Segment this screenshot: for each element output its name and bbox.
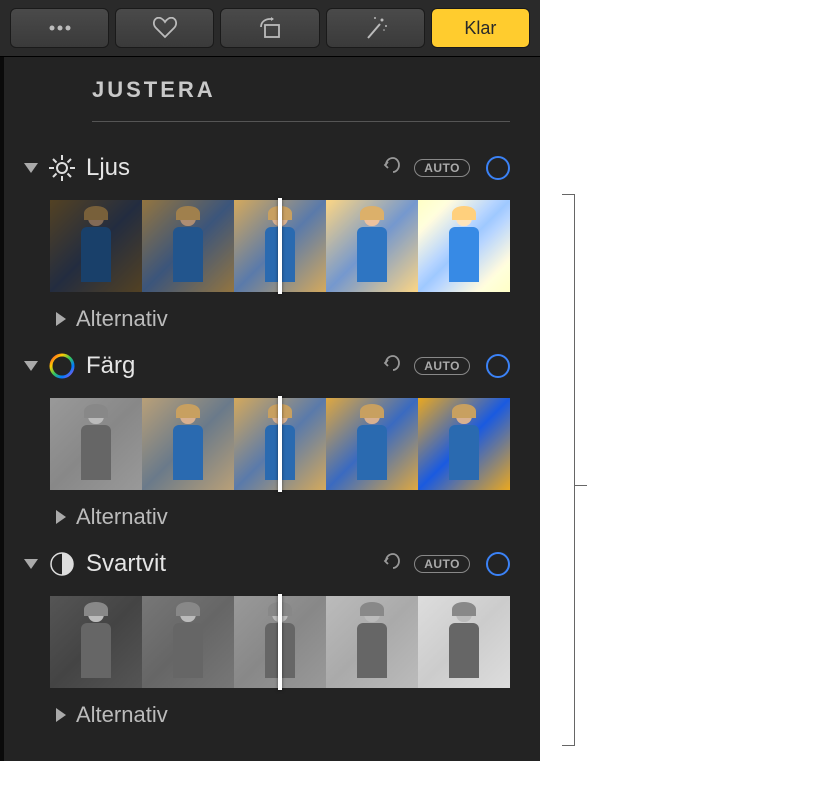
undo-icon: [382, 156, 400, 174]
bw-slider[interactable]: [50, 596, 510, 688]
bw-reset-button[interactable]: [382, 552, 400, 576]
light-disclosure[interactable]: [24, 163, 38, 173]
favorite-button[interactable]: [115, 8, 214, 48]
light-slider-handle[interactable]: [278, 198, 282, 294]
color-disclosure[interactable]: [24, 361, 38, 371]
color-icon: [48, 352, 76, 380]
ellipsis-icon: [49, 25, 71, 31]
adjust-panel: Klar JUSTERA: [0, 0, 540, 761]
light-section: Ljus AUTO Alternat: [24, 152, 510, 332]
color-section: Färg AUTO Alternat: [24, 350, 510, 530]
light-enable-toggle[interactable]: [486, 156, 510, 180]
light-icon: [48, 154, 76, 182]
undo-icon: [382, 354, 400, 372]
color-label: Färg: [86, 352, 372, 380]
undo-icon: [382, 552, 400, 570]
color-auto-button[interactable]: AUTO: [414, 357, 470, 375]
color-options-toggle[interactable]: Alternativ: [52, 504, 510, 530]
color-slider-handle[interactable]: [278, 396, 282, 492]
color-enable-toggle[interactable]: [486, 354, 510, 378]
more-button[interactable]: [10, 8, 109, 48]
panel-title: JUSTERA: [92, 77, 510, 122]
bw-options-toggle[interactable]: Alternativ: [52, 702, 510, 728]
color-slider[interactable]: [50, 398, 510, 490]
toolbar: Klar: [0, 0, 540, 57]
color-reset-button[interactable]: [382, 354, 400, 378]
bw-disclosure[interactable]: [24, 559, 38, 569]
magic-button[interactable]: [326, 8, 425, 48]
done-button[interactable]: Klar: [431, 8, 530, 48]
chevron-right-icon: [56, 510, 66, 524]
bw-options-label: Alternativ: [76, 702, 168, 728]
heart-icon: [153, 17, 177, 39]
callout-tick: [575, 485, 587, 486]
light-slider[interactable]: [50, 200, 510, 292]
callout-bracket: [545, 194, 575, 746]
light-options-label: Alternativ: [76, 306, 168, 332]
bw-enable-toggle[interactable]: [486, 552, 510, 576]
chevron-right-icon: [56, 312, 66, 326]
wand-icon: [362, 16, 388, 40]
light-options-toggle[interactable]: Alternativ: [52, 306, 510, 332]
light-reset-button[interactable]: [382, 156, 400, 180]
rotate-icon: [257, 17, 283, 39]
bw-label: Svartvit: [86, 550, 372, 578]
color-options-label: Alternativ: [76, 504, 168, 530]
bw-slider-handle[interactable]: [278, 594, 282, 690]
bw-section: Svartvit AUTO Alte: [24, 548, 510, 728]
bw-auto-button[interactable]: AUTO: [414, 555, 470, 573]
rotate-button[interactable]: [220, 8, 319, 48]
chevron-right-icon: [56, 708, 66, 722]
bw-icon: [48, 550, 76, 578]
adjust-content: JUSTERA: [0, 57, 540, 761]
light-label: Ljus: [86, 154, 372, 182]
light-auto-button[interactable]: AUTO: [414, 159, 470, 177]
